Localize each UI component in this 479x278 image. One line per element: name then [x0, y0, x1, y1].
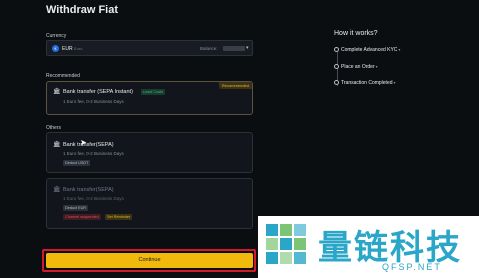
continue-button[interactable]: Continue — [46, 253, 253, 268]
watermark: 量链科技 QFSP.NET — [258, 216, 479, 278]
method-title: Bank transfer(SEPA) — [63, 142, 114, 148]
step-dot-icon — [334, 80, 339, 86]
method-subtitle: 1 Euro fee, 0-2 Business Days — [63, 151, 124, 156]
deduct-usdt-tag: Deduct USDT — [63, 160, 91, 166]
chevron-down-icon: ▾ — [393, 80, 396, 85]
deduct-eur-tag: Deduct EUR — [63, 205, 89, 211]
mouse-cursor-icon: ➤ — [80, 138, 87, 147]
channel-suspended-tag: Channel suspended — [63, 214, 101, 220]
watermark-logo-icon — [266, 224, 306, 264]
method-card-sepa-usdt[interactable]: 🏛 Bank transfer(SEPA) 1 Euro fee, 0-2 Bu… — [46, 132, 253, 173]
currency-code: EUR — [62, 46, 73, 52]
bank-icon: 🏛 — [53, 142, 61, 148]
balance-label: Balance: — [200, 46, 218, 51]
step-kyc[interactable]: Complete Advanced KYC▾ — [334, 47, 400, 53]
chevron-down-icon: ▾ — [246, 45, 249, 51]
chevron-down-icon: ▾ — [398, 47, 401, 52]
chevron-down-icon: ▾ — [375, 64, 378, 69]
step-label: Place an Order — [341, 64, 375, 70]
step-label: Complete Advanced KYC — [341, 47, 398, 53]
step-dot-icon — [334, 47, 339, 53]
currency-name: Euro — [74, 46, 83, 51]
step-dot-icon — [334, 64, 339, 70]
method-card-sepa-eur: 🏛 Bank transfer(SEPA) 1 Euro fee, 0-2 Bu… — [46, 178, 253, 229]
balance-mask — [223, 46, 245, 51]
currency-select[interactable]: € EUR Euro Balance: ▾ — [46, 40, 253, 56]
method-title: Bank transfer (SEPA Instant) — [63, 89, 133, 95]
others-label: Others — [46, 125, 62, 131]
euro-coin-icon: € — [52, 45, 59, 52]
currency-label: Currency — [46, 33, 67, 39]
step-order[interactable]: Place an Order▾ — [334, 64, 378, 70]
page-title: Withdraw Fiat — [46, 4, 119, 16]
bank-icon: 🏛 — [53, 89, 61, 95]
recommended-label: Recommended — [46, 73, 80, 79]
method-subtitle: 1 Euro fee, 0-2 Business Days — [63, 196, 124, 201]
set-reminder-button[interactable]: Set Reminder — [105, 214, 133, 220]
method-subtitle: 1 Euro fee, 0-2 Business Days — [63, 99, 124, 104]
least-costs-tag: Least Costs — [141, 89, 166, 95]
bank-icon: 🏛 — [53, 187, 61, 193]
recommended-badge: Recommended — [218, 82, 252, 89]
step-complete[interactable]: Transaction Completed▾ — [334, 80, 396, 86]
method-card-sepa-instant[interactable]: Recommended 🏛 Bank transfer (SEPA Instan… — [46, 81, 253, 115]
watermark-subtext: QFSP.NET — [382, 262, 442, 272]
method-title: Bank transfer(SEPA) — [63, 187, 114, 193]
step-label: Transaction Completed — [341, 80, 393, 86]
how-it-works-title: How it works? — [334, 30, 378, 37]
